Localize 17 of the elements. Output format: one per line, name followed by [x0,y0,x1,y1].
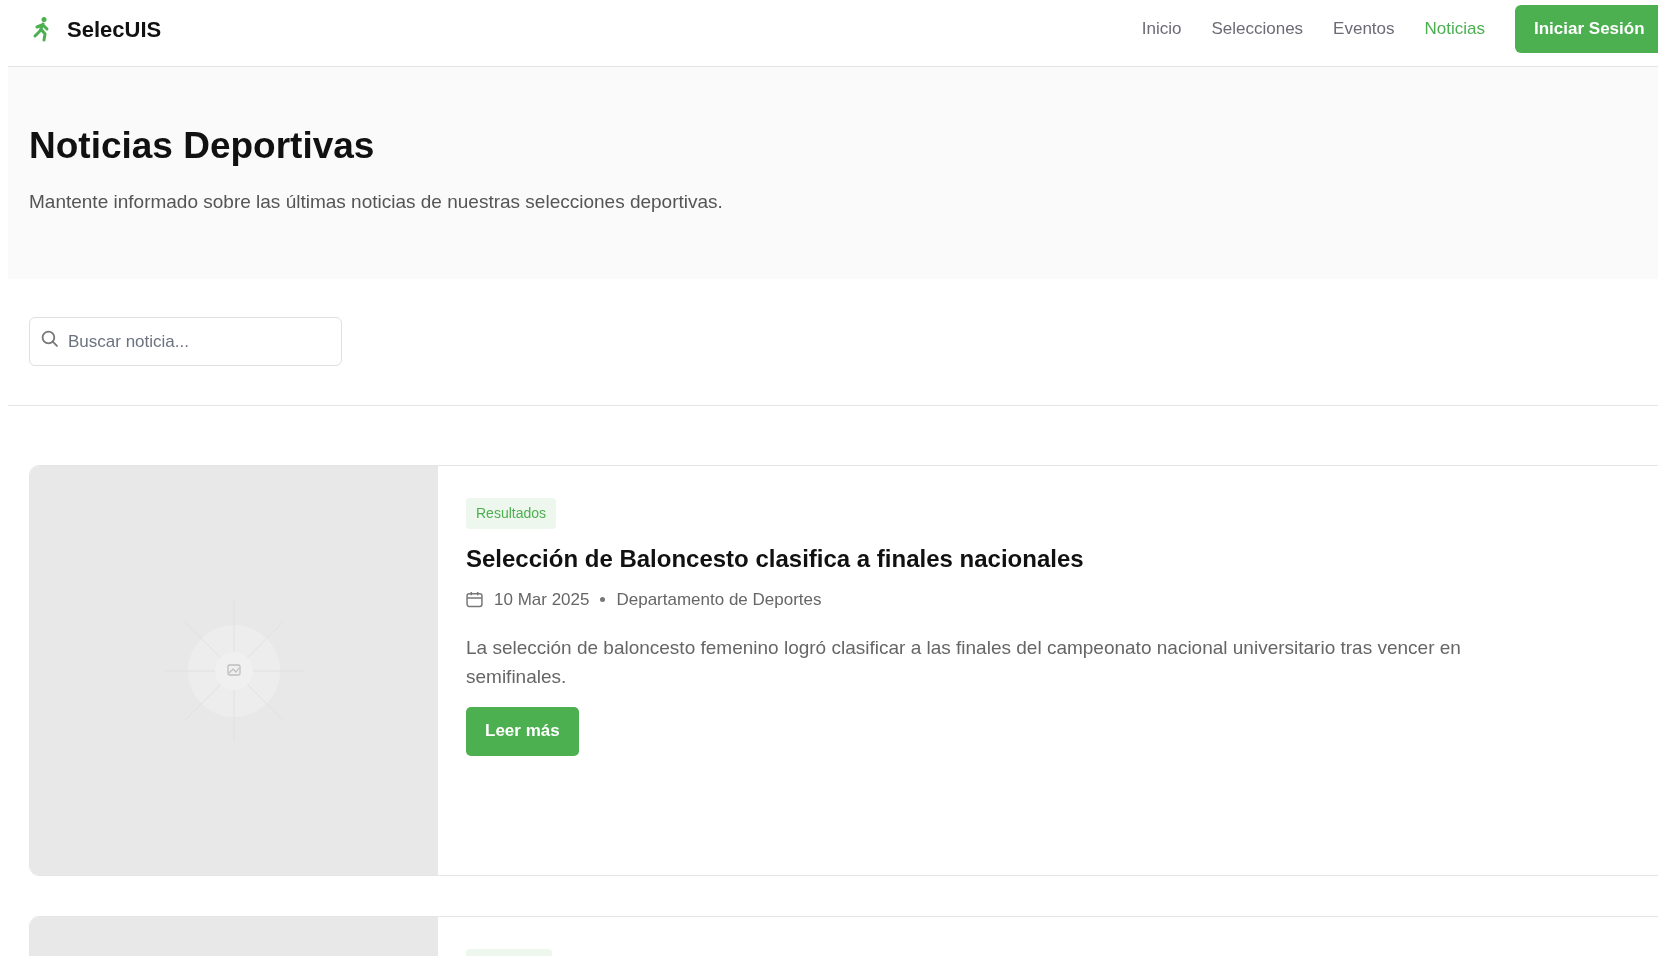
search-icon [41,330,58,347]
search-field[interactable]: Buscar noticia... [29,317,342,366]
nav-link[interactable]: Selecciones [1211,16,1304,42]
page-title: Noticias Deportivas [29,127,376,164]
calendar-icon [466,591,483,609]
news-title[interactable]: Selección de Baloncesto clasifica a finales nacionales [466,541,1084,577]
login-button[interactable]: Iniciar Sesión [1515,5,1658,53]
news-summary: La selección de baloncesto femenino logró clasificar a las finales del campeonato nacional universitario tras vencer en semifinales. [466,635,1462,689]
brand-name[interactable]: SelecUIS [67,12,162,46]
nav-link[interactable]: Noticias [1424,16,1485,42]
category-tag: Resultados [466,498,557,529]
news-date: 10 Mar 2025 [494,589,590,611]
news-author: Departamento de Deportes [616,589,822,611]
nav-link[interactable]: Eventos [1333,16,1395,42]
page-subtitle: Mantente informado sobre las últimas noticias de nuestras selecciones deportivas. [29,190,724,214]
read-more-button[interactable]: Leer más [466,706,579,756]
nav-link[interactable]: Inicio [1141,16,1182,42]
